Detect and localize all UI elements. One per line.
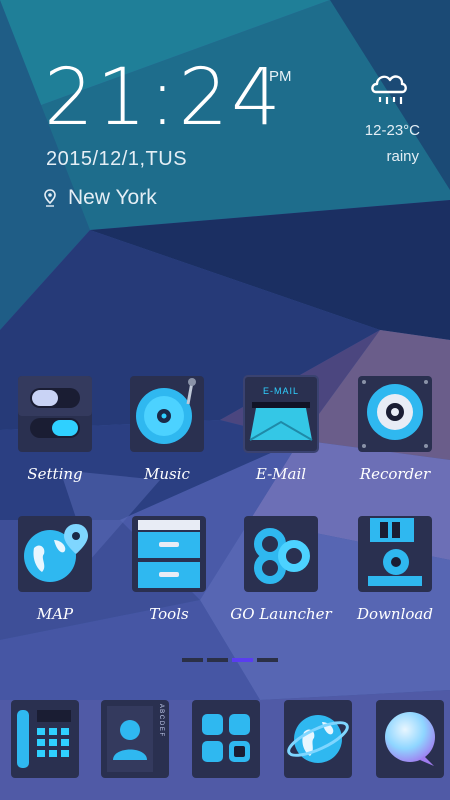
weather-condition: rainy bbox=[386, 148, 419, 165]
clock-widget[interactable]: 21:24 PM bbox=[44, 58, 294, 138]
app-label: Music bbox=[144, 465, 190, 483]
browser-globe-icon[interactable] bbox=[284, 700, 352, 778]
clock-ampm: PM bbox=[269, 68, 292, 85]
page-indicator[interactable] bbox=[182, 658, 278, 662]
app-map[interactable]: MAP bbox=[0, 514, 110, 623]
contacts-index-letters: A B C D E F bbox=[158, 704, 164, 737]
clock-time: 21:24 bbox=[44, 53, 284, 143]
go-loop-icon bbox=[244, 516, 318, 592]
page-dot[interactable] bbox=[257, 658, 278, 662]
app-setting[interactable]: Setting bbox=[0, 374, 110, 483]
mail-slot-icon: E-MAIL bbox=[243, 375, 319, 453]
location-city: New York bbox=[68, 186, 157, 209]
app-music[interactable]: Music bbox=[112, 374, 222, 483]
app-grid-icon[interactable] bbox=[192, 700, 260, 778]
app-label: E-Mail bbox=[255, 465, 307, 483]
message-bubble-icon[interactable] bbox=[376, 700, 444, 778]
weather-temp: 12-23°C bbox=[364, 122, 420, 139]
globe-pin-icon bbox=[18, 516, 92, 592]
app-go-launcher[interactable]: GO Launcher bbox=[226, 514, 336, 623]
phone-keypad-icon[interactable] bbox=[11, 700, 79, 778]
location: New York bbox=[44, 186, 157, 210]
app-label: Download bbox=[357, 605, 433, 623]
page-dot[interactable] bbox=[207, 658, 228, 662]
drawer-cabinet-icon bbox=[132, 516, 206, 592]
app-label: GO Launcher bbox=[230, 605, 332, 623]
app-label: Recorder bbox=[359, 465, 431, 483]
toggle-switches-icon bbox=[18, 376, 92, 452]
app-recorder[interactable]: Recorder bbox=[340, 374, 450, 483]
app-label: Setting bbox=[27, 465, 83, 483]
mail-slot-text: E-MAIL bbox=[263, 386, 299, 396]
floppy-disk-icon bbox=[358, 516, 432, 592]
turntable-disc-icon bbox=[130, 376, 204, 452]
page-dot[interactable] bbox=[182, 658, 203, 662]
app-email[interactable]: E-MAIL E-Mail bbox=[226, 374, 336, 483]
app-label: Tools bbox=[149, 605, 189, 623]
location-pin-icon bbox=[44, 189, 56, 207]
app-download[interactable]: Download bbox=[340, 514, 450, 623]
app-label: MAP bbox=[36, 605, 74, 623]
cassette-reel-icon bbox=[358, 376, 432, 452]
rain-cloud-icon bbox=[371, 75, 407, 104]
app-tools[interactable]: Tools bbox=[114, 514, 224, 623]
contacts-book-icon[interactable]: A B C D E F bbox=[101, 700, 169, 778]
page-dot-active[interactable] bbox=[232, 658, 253, 662]
clock-date: 2015/12/1,TUS bbox=[46, 148, 188, 170]
